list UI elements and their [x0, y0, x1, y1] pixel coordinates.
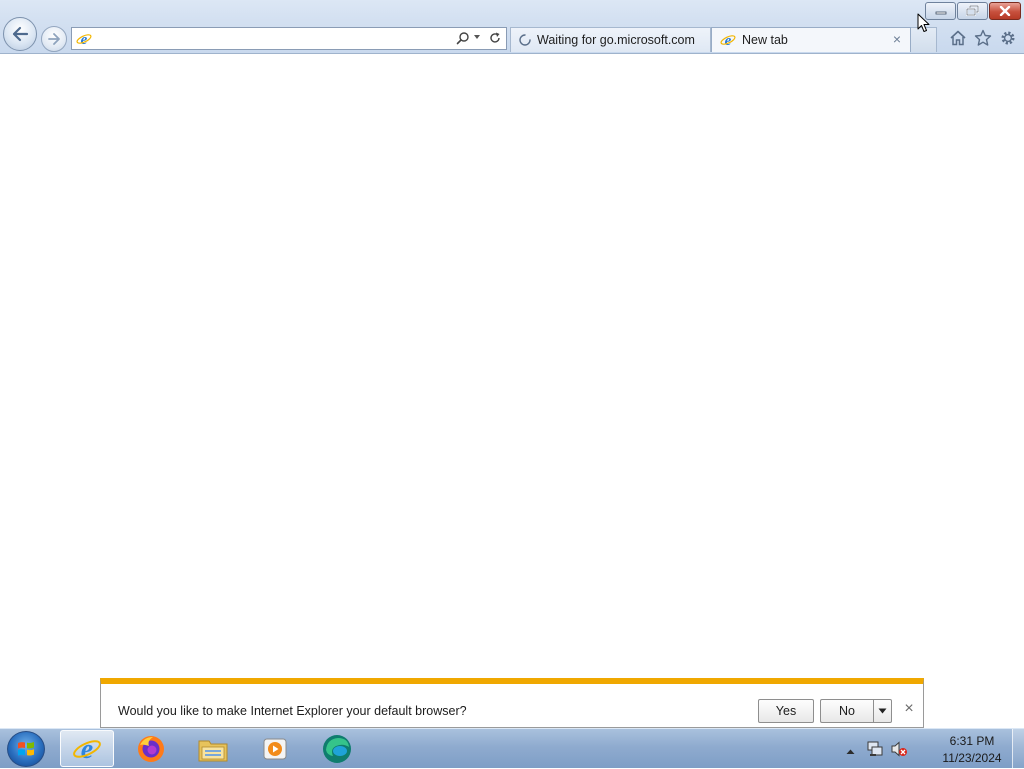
default-browser-notification: Would you like to make Internet Explorer… [100, 678, 924, 728]
back-arrow-icon [12, 26, 29, 42]
restore-icon [965, 5, 979, 16]
close-window-button[interactable] [989, 2, 1021, 20]
edge-icon [323, 734, 351, 763]
refresh-icon[interactable] [488, 31, 502, 45]
favorites-star-icon[interactable] [973, 28, 993, 48]
restore-button[interactable] [957, 2, 988, 20]
gear-icon[interactable] [998, 28, 1018, 48]
svg-text:e: e [725, 33, 732, 48]
taskbar-file-explorer[interactable] [186, 730, 240, 767]
address-bar: e [71, 27, 507, 50]
ie-logo-icon: e [76, 31, 92, 47]
close-icon [999, 6, 1011, 16]
file-explorer-icon [198, 740, 228, 761]
tab-close-button[interactable]: × [890, 32, 904, 46]
back-button[interactable] [3, 17, 37, 51]
start-button[interactable] [7, 731, 45, 767]
windows-logo-icon [18, 742, 34, 756]
mouse-cursor-icon [917, 13, 931, 36]
browser-toolbar: e Waiting for go.microsoft.com e New tab… [0, 0, 1024, 54]
no-options-dropdown[interactable] [873, 699, 892, 723]
loading-spinner-icon [519, 34, 531, 46]
network-icon[interactable] [866, 740, 884, 761]
address-input[interactable] [96, 29, 456, 48]
svg-text:e: e [81, 734, 93, 764]
taskbar-media-player[interactable] [248, 730, 302, 767]
clock-time[interactable]: 6:31 PM [930, 734, 1014, 748]
svg-text:e: e [81, 32, 88, 47]
media-player-icon [263, 738, 287, 759]
tab-label: New tab [742, 33, 788, 47]
page-content [0, 54, 1024, 678]
ie-logo-icon: e [73, 734, 101, 764]
notification-close-button[interactable]: × [901, 700, 917, 718]
forward-button[interactable] [41, 26, 67, 52]
tab-waiting[interactable]: Waiting for go.microsoft.com [510, 27, 711, 52]
yes-button[interactable]: Yes [758, 699, 814, 723]
chevron-down-icon [878, 708, 887, 714]
taskbar-firefox[interactable] [124, 730, 178, 767]
no-button[interactable]: No [820, 699, 873, 723]
taskbar-edge[interactable] [310, 730, 364, 767]
ie-logo-icon: e [720, 32, 736, 48]
minimize-icon [935, 11, 946, 15]
show-hidden-icons-chevron-icon[interactable] [846, 744, 855, 758]
show-desktop-button[interactable] [1012, 729, 1024, 769]
home-icon[interactable] [948, 28, 968, 48]
search-icon[interactable] [456, 31, 470, 45]
firefox-icon [138, 735, 164, 762]
volume-muted-icon[interactable] [890, 740, 908, 761]
forward-arrow-icon [48, 33, 60, 45]
clock-date[interactable]: 11/23/2024 [930, 751, 1014, 765]
taskbar: e 6:31 PM 11/23/2024 [0, 728, 1024, 769]
chevron-down-icon[interactable] [473, 33, 481, 41]
notification-message: Would you like to make Internet Explorer… [118, 704, 467, 718]
tab-new-tab[interactable]: e New tab × [711, 27, 911, 52]
taskbar-internet-explorer[interactable]: e [60, 730, 114, 767]
tab-label: Waiting for go.microsoft.com [537, 33, 695, 47]
